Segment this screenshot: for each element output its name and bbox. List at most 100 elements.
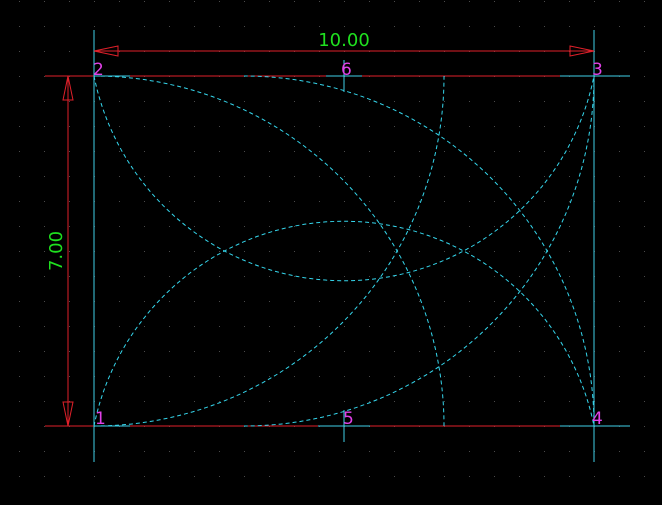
grid-dot bbox=[344, 376, 345, 377]
point-label[interactable]: 3 bbox=[592, 60, 603, 80]
grid-dot bbox=[619, 101, 620, 102]
grid-dot bbox=[569, 376, 570, 377]
grid-dot bbox=[319, 151, 320, 152]
grid-dot bbox=[419, 251, 420, 252]
grid-dot bbox=[394, 326, 395, 327]
grid-dot bbox=[219, 251, 220, 252]
grid-dot bbox=[394, 26, 395, 27]
grid-dot bbox=[69, 251, 70, 252]
grid-dot bbox=[644, 251, 645, 252]
grid-dot bbox=[269, 1, 270, 2]
grid-dot bbox=[444, 176, 445, 177]
grid-dot bbox=[269, 201, 270, 202]
grid-dot bbox=[469, 251, 470, 252]
grid-dot bbox=[19, 226, 20, 227]
grid-dot bbox=[144, 401, 145, 402]
grid-dot bbox=[294, 376, 295, 377]
grid-dot bbox=[69, 451, 70, 452]
grid-dot bbox=[294, 276, 295, 277]
grid-dot bbox=[169, 101, 170, 102]
grid-dot bbox=[19, 201, 20, 202]
grid-dot bbox=[144, 301, 145, 302]
grid-dot bbox=[244, 376, 245, 377]
grid-dot bbox=[419, 401, 420, 402]
point-label[interactable]: 2 bbox=[93, 60, 104, 80]
grid-dot bbox=[494, 401, 495, 402]
grid-dot bbox=[494, 451, 495, 452]
grid-dot bbox=[619, 176, 620, 177]
grid-dot bbox=[119, 201, 120, 202]
grid-dot bbox=[219, 376, 220, 377]
grid-dot bbox=[44, 451, 45, 452]
grid-dot bbox=[369, 301, 370, 302]
grid-dot bbox=[494, 326, 495, 327]
grid-dot bbox=[594, 476, 595, 477]
grid-dot bbox=[69, 376, 70, 377]
grid-dot bbox=[469, 101, 470, 102]
grid-dot bbox=[619, 26, 620, 27]
grid-dot bbox=[644, 301, 645, 302]
grid-dot bbox=[294, 126, 295, 127]
grid-dot bbox=[269, 326, 270, 327]
grid-dot bbox=[294, 1, 295, 2]
grid-dot bbox=[319, 201, 320, 202]
grid-dot bbox=[294, 251, 295, 252]
grid-dot bbox=[219, 351, 220, 352]
grid-dot bbox=[469, 451, 470, 452]
point-label[interactable]: 6 bbox=[341, 60, 352, 80]
grid-dot bbox=[519, 101, 520, 102]
grid-dot bbox=[219, 176, 220, 177]
grid-dot bbox=[119, 451, 120, 452]
grid-dot bbox=[169, 151, 170, 152]
point-labels: 1 2 3 4 5 6 bbox=[93, 60, 603, 429]
grid-dot bbox=[494, 276, 495, 277]
grid-dot bbox=[644, 376, 645, 377]
point-label[interactable]: 4 bbox=[592, 409, 603, 429]
point-label[interactable]: 5 bbox=[343, 409, 354, 429]
grid-dot bbox=[469, 476, 470, 477]
grid-dot bbox=[644, 126, 645, 127]
grid-dot bbox=[244, 351, 245, 352]
grid-dot bbox=[319, 101, 320, 102]
grid-dot bbox=[519, 151, 520, 152]
grid-dot bbox=[269, 151, 270, 152]
grid-dot bbox=[394, 401, 395, 402]
point-label[interactable]: 1 bbox=[95, 409, 106, 429]
grid-dot bbox=[19, 401, 20, 402]
grid-dot bbox=[394, 126, 395, 127]
grid-dot bbox=[344, 126, 345, 127]
grid-dot bbox=[419, 376, 420, 377]
grid-dot bbox=[219, 476, 220, 477]
grid-dot bbox=[644, 276, 645, 277]
grid-dot bbox=[44, 376, 45, 377]
grid-dot bbox=[419, 351, 420, 352]
grid-dot bbox=[569, 1, 570, 2]
grid-dot bbox=[169, 1, 170, 2]
grid-dot bbox=[219, 326, 220, 327]
grid-dot bbox=[119, 351, 120, 352]
arc-center-6[interactable] bbox=[93, 75, 595, 282]
cad-drawing-canvas[interactable]: 10.00 7.00 1 2 3 4 5 6 bbox=[0, 0, 662, 502]
vertical-dimension[interactable]: 7.00 bbox=[46, 75, 74, 427]
grid-dot bbox=[644, 26, 645, 27]
horizontal-dimension[interactable]: 10.00 bbox=[93, 30, 595, 57]
grid-dot bbox=[244, 276, 245, 277]
grid-dot bbox=[644, 151, 645, 152]
grid-dot bbox=[619, 301, 620, 302]
grid-dot bbox=[344, 476, 345, 477]
grid-dot bbox=[244, 301, 245, 302]
grid-dot bbox=[119, 101, 120, 102]
grid-dot bbox=[519, 1, 520, 2]
grid-dot bbox=[269, 401, 270, 402]
grid-dot bbox=[319, 251, 320, 252]
grid-dot bbox=[544, 1, 545, 2]
grid-dot bbox=[44, 476, 45, 477]
grid-dot bbox=[69, 326, 70, 327]
grid-dot bbox=[444, 351, 445, 352]
grid-dot bbox=[294, 201, 295, 202]
boundary-rectangle bbox=[45, 75, 630, 427]
grid-dot bbox=[19, 76, 20, 77]
grid-dot bbox=[119, 376, 120, 377]
grid-dot bbox=[194, 276, 195, 277]
grid-dot bbox=[194, 201, 195, 202]
